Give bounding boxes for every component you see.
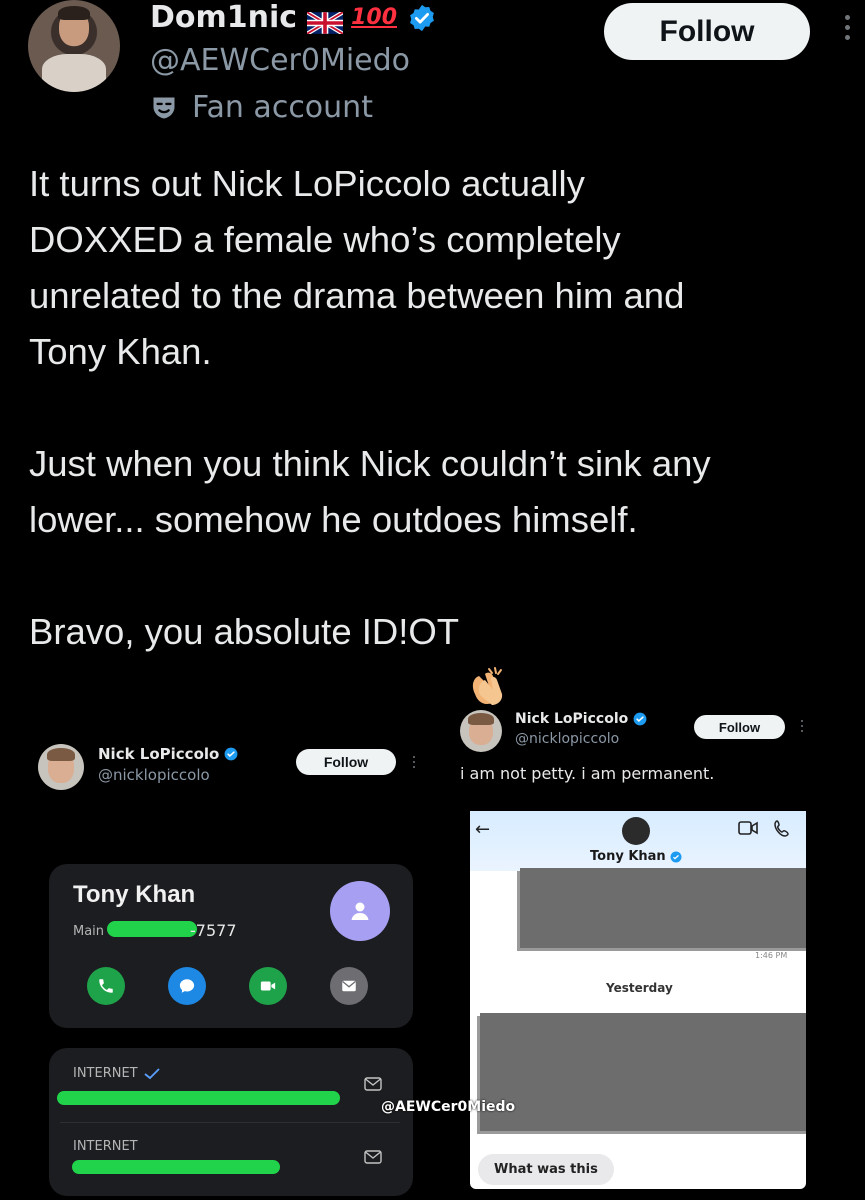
dm-contact-name: Tony Khan: [590, 849, 682, 864]
video-icon: [249, 967, 287, 1005]
mail-icon: [364, 1077, 382, 1091]
mail-icon: [364, 1150, 382, 1164]
message-icon: [168, 967, 206, 1005]
phone-icon: [774, 820, 789, 837]
mail-icon: [330, 967, 368, 1005]
author-display-name[interactable]: Dom1nic 100: [150, 0, 437, 36]
redaction-bar: [72, 1160, 280, 1174]
uk-flag-icon: [305, 7, 345, 36]
phone-icon: [87, 967, 125, 1005]
embed-more-icon: [411, 754, 417, 772]
date-divider: Yesterday: [606, 981, 673, 995]
video-call-icon: [738, 821, 758, 835]
tweet-paragraph: It turns out Nick LoPiccolo actually DOX…: [29, 163, 685, 372]
contact-avatar-icon: [330, 881, 390, 941]
message-bubble: What was this: [478, 1154, 614, 1185]
internet-label: INTERNET: [73, 1066, 160, 1081]
embed-avatar: [460, 710, 502, 752]
internet-label-text: INTERNET: [73, 1066, 138, 1081]
follow-button[interactable]: Follow: [604, 3, 810, 60]
embed-author-name: Nick LoPiccolo: [98, 745, 238, 763]
author-handle[interactable]: @AEWCer0Miedo: [150, 43, 410, 78]
clapping-hands-icon: [465, 608, 509, 706]
fan-account-label: Fan account: [150, 90, 373, 125]
divider: [60, 1122, 400, 1123]
embed-follow-button: Follow: [296, 749, 396, 775]
message-time: 1:46 PM: [755, 951, 788, 960]
verified-badge-icon: [407, 3, 437, 33]
author-avatar[interactable]: [28, 0, 120, 92]
dm-contact-name-text: Tony Khan: [590, 849, 666, 864]
embed-more-icon: [799, 718, 805, 736]
checkmark-icon: [144, 1067, 160, 1079]
embed-author-name: Nick LoPiccolo: [515, 711, 647, 727]
contact-main-label: Main: [73, 924, 105, 939]
tweet-body: It turns out Nick LoPiccolo actually DOX…: [29, 156, 849, 706]
verified-badge-icon: [670, 851, 682, 862]
display-name-text: Dom1nic: [150, 0, 298, 35]
redaction-bar: [57, 1091, 340, 1105]
embed-avatar: [38, 744, 84, 790]
dm-contact-avatar: [622, 817, 650, 845]
redacted-message: [520, 868, 806, 948]
contact-number-suffix: -7577: [190, 921, 237, 940]
fan-account-text: Fan account: [192, 90, 373, 125]
embed-author-handle: @nicklopiccolo: [515, 731, 620, 747]
redaction-bar: [107, 921, 197, 937]
tweet-paragraph: Bravo, you absolute ID!OT: [29, 604, 849, 706]
dm-screenshot: ← Tony Khan 1:46 PM Yesterday What was t…: [470, 811, 806, 1189]
theater-mask-icon: [153, 97, 175, 118]
tweet-paragraph: Just when you think Nick couldn’t sink a…: [29, 443, 711, 540]
tweet-paragraph-text: Bravo, you absolute ID!OT: [29, 611, 460, 652]
back-arrow-icon: ←: [475, 819, 491, 840]
contact-name: Tony Khan: [73, 881, 196, 908]
more-options-icon[interactable]: [840, 12, 854, 48]
verified-badge-icon: [224, 747, 238, 761]
hundred-points-icon: 100: [351, 5, 398, 30]
internet-label: INTERNET: [73, 1139, 138, 1154]
embed-author-handle: @nicklopiccolo: [98, 766, 210, 784]
redacted-message: [480, 1013, 806, 1131]
embed-author-name-text: Nick LoPiccolo: [515, 711, 629, 727]
watermark: @AEWCer0Miedo: [381, 1099, 516, 1115]
verified-badge-icon: [633, 712, 647, 726]
embed-author-name-text: Nick LoPiccolo: [98, 745, 220, 763]
embed-tweet-text: i am not petty. i am permanent.: [460, 764, 715, 783]
embed-follow-button: Follow: [694, 715, 785, 739]
